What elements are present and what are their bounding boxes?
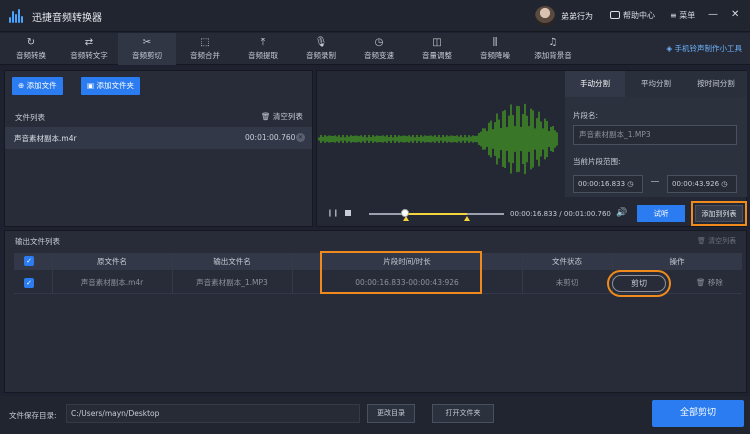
waveform-panel: ❙❙ 00:00:16.833 / 00:01:00.760 🔊 试听 添加到列… — [316, 70, 747, 227]
file-panel: ⊕ 添加文件 ▣ 添加文件夹 文件列表 🗑 清空列表 声音素材副本.m4r 00… — [4, 70, 313, 227]
trash-icon: 🗑 — [261, 112, 273, 121]
col-output: 输出文件名 — [213, 257, 251, 266]
open-folder-button[interactable]: 打开文件夹 — [432, 404, 494, 423]
file-duration: 00:01:00.760 — [245, 133, 296, 142]
playhead-handle[interactable] — [401, 209, 409, 217]
segment-highlight-box — [320, 251, 482, 294]
col-status: 文件状态 — [552, 257, 582, 266]
file-name: 声音素材副本.m4r — [14, 134, 77, 143]
plus-circle-icon: ⊕ — [18, 81, 27, 90]
save-dir-field[interactable]: C:/Users/mayn/Desktop — [66, 404, 360, 423]
tab-average-split[interactable]: 平均分割 — [626, 71, 686, 97]
volume-icon: ◫ — [432, 37, 442, 48]
equalizer-icon: ⫼ — [492, 37, 498, 48]
clock-icon: ◷ — [721, 180, 728, 188]
hamburger-icon: ≡ — [670, 11, 680, 20]
help-center-button[interactable]: 帮助中心 — [610, 10, 655, 21]
tab-audio-cut[interactable]: ✂ 音频剪切 — [118, 33, 176, 65]
file-list-label: 文件列表 — [15, 113, 45, 122]
current-time: 00:00:16.833 — [510, 210, 558, 218]
col-action: 操作 — [669, 257, 685, 266]
tab-audio-merge[interactable]: ⬚ 音频合并 — [176, 33, 234, 65]
file-list-item[interactable]: 声音素材副本.m4r 00:01:00.760 ✕ — [5, 127, 312, 149]
footer-bar: 文件保存目录: C:/Users/mayn/Desktop 更改目录 打开文件夹… — [0, 396, 750, 434]
pause-button[interactable]: ❙❙ — [327, 209, 339, 217]
add-to-list-button[interactable]: 添加到列表 — [691, 201, 747, 226]
select-all-checkbox[interactable]: ✓ — [24, 256, 34, 266]
row-output-name: 声音素材副本_1.MP3 — [196, 278, 268, 287]
output-list-title: 输出文件列表 — [15, 237, 60, 246]
clear-output-button[interactable]: 🗑 清空列表 — [697, 236, 736, 246]
time-readout: 00:00:16.833 / 00:01:00.760 — [510, 210, 611, 218]
tab-time-split[interactable]: 按时间分割 — [686, 71, 746, 97]
tab-audio-to-text[interactable]: ⇄ 音频转文字 — [60, 33, 118, 65]
tab-audio-record[interactable]: 🎙 音频录制 — [292, 33, 350, 65]
col-source: 原文件名 — [97, 257, 127, 266]
stop-button[interactable] — [345, 210, 351, 216]
add-folder-button[interactable]: ▣ 添加文件夹 — [81, 77, 140, 95]
username[interactable]: 弟弟行为 — [561, 11, 593, 22]
tab-audio-convert[interactable]: ↻ 音频转换 — [2, 33, 60, 65]
output-file-panel: 输出文件列表 🗑 清空列表 ✓ 原文件名 输出文件名 片段时间/时长 文件状态 … — [4, 230, 747, 393]
extract-icon: ⤒ — [260, 37, 266, 48]
segment-name-input[interactable]: 声音素材副本_1.MP3 — [573, 125, 737, 145]
tab-audio-extract[interactable]: ⤒ 音频提取 — [234, 33, 292, 65]
ringtone-tool-link[interactable]: ◈ 手机铃声制作小工具 — [666, 43, 742, 54]
diamond-icon: ◈ — [666, 44, 675, 53]
range-label: 当前片段范围: — [573, 157, 621, 166]
avatar[interactable] — [535, 6, 555, 26]
chat-icon — [610, 11, 620, 19]
tab-manual-split[interactable]: 手动分割 — [565, 71, 625, 97]
add-file-button[interactable]: ⊕ 添加文件 — [12, 77, 63, 95]
trash-icon: 🗑 — [697, 237, 709, 245]
range-start-input[interactable]: 00:00:16.833 ◷ — [573, 175, 643, 193]
total-time: 00:01:00.760 — [563, 210, 611, 218]
volume-icon[interactable]: 🔊 — [616, 208, 627, 218]
trash-icon: 🗑 — [696, 278, 708, 287]
microphone-icon: 🎙 — [314, 37, 328, 48]
music-note-icon: ♫ — [548, 37, 558, 48]
save-dir-label: 文件保存目录: — [9, 411, 57, 420]
preview-button[interactable]: 试听 — [637, 205, 685, 222]
tab-background-music[interactable]: ♫ 添加背景音 — [524, 33, 582, 65]
app-title: 迅捷音频转换器 — [32, 13, 102, 24]
clock-icon: ◷ — [627, 180, 634, 188]
cut-all-button[interactable]: 全部剪切 — [652, 400, 744, 427]
split-mode-tabs: 手动分割 平均分割 按时间分割 — [565, 71, 747, 97]
row-status: 未剪切 — [555, 278, 579, 287]
range-separator — [651, 181, 659, 182]
scissors-icon: ✂ — [142, 37, 152, 48]
menu-button[interactable]: ≡ 菜单 — [670, 10, 695, 21]
tab-volume-adjust[interactable]: ◫ 音量调整 — [408, 33, 466, 65]
clear-file-list-button[interactable]: 🗑 清空列表 — [261, 111, 303, 122]
row-source-name: 声音素材副本.m4r — [80, 278, 144, 287]
speed-icon: ◷ — [374, 37, 384, 48]
waveform[interactable] — [317, 99, 567, 179]
cut-button[interactable]: 剪切 — [607, 270, 671, 297]
tab-audio-speed[interactable]: ◷ 音频变速 — [350, 33, 408, 65]
swap-icon: ⇄ — [84, 37, 94, 48]
app-logo-icon — [9, 9, 25, 23]
tab-noise-reduce[interactable]: ⫼ 音频降噪 — [466, 33, 524, 65]
remove-file-icon[interactable]: ✕ — [296, 133, 305, 142]
refresh-icon: ↻ — [26, 37, 36, 48]
merge-icon: ⬚ — [200, 37, 210, 48]
timeline-selection — [405, 213, 467, 215]
selection-end-marker[interactable] — [464, 216, 470, 221]
close-button[interactable]: ✕ — [731, 9, 739, 20]
title-bar: 迅捷音频转换器 弟弟行为 帮助中心 ≡ 菜单 — ✕ — [0, 0, 750, 32]
function-toolbar: ↻ 音频转换 ⇄ 音频转文字 ✂ 音频剪切 ⬚ 音频合并 ⤒ 音频提取 🎙 音频录制 ◷ 音频… — [0, 33, 750, 65]
remove-row-button[interactable]: 🗑 移除 — [696, 272, 723, 294]
split-settings: 片段名: 声音素材副本_1.MP3 当前片段范围: 00:00:16.833 ◷… — [565, 97, 747, 197]
change-dir-button[interactable]: 更改目录 — [367, 404, 415, 423]
row-checkbox[interactable]: ✓ — [24, 278, 34, 288]
range-end-input[interactable]: 00:00:43.926 ◷ — [667, 175, 737, 193]
segment-name-label: 片段名: — [573, 111, 599, 120]
minimize-button[interactable]: — — [708, 9, 718, 20]
